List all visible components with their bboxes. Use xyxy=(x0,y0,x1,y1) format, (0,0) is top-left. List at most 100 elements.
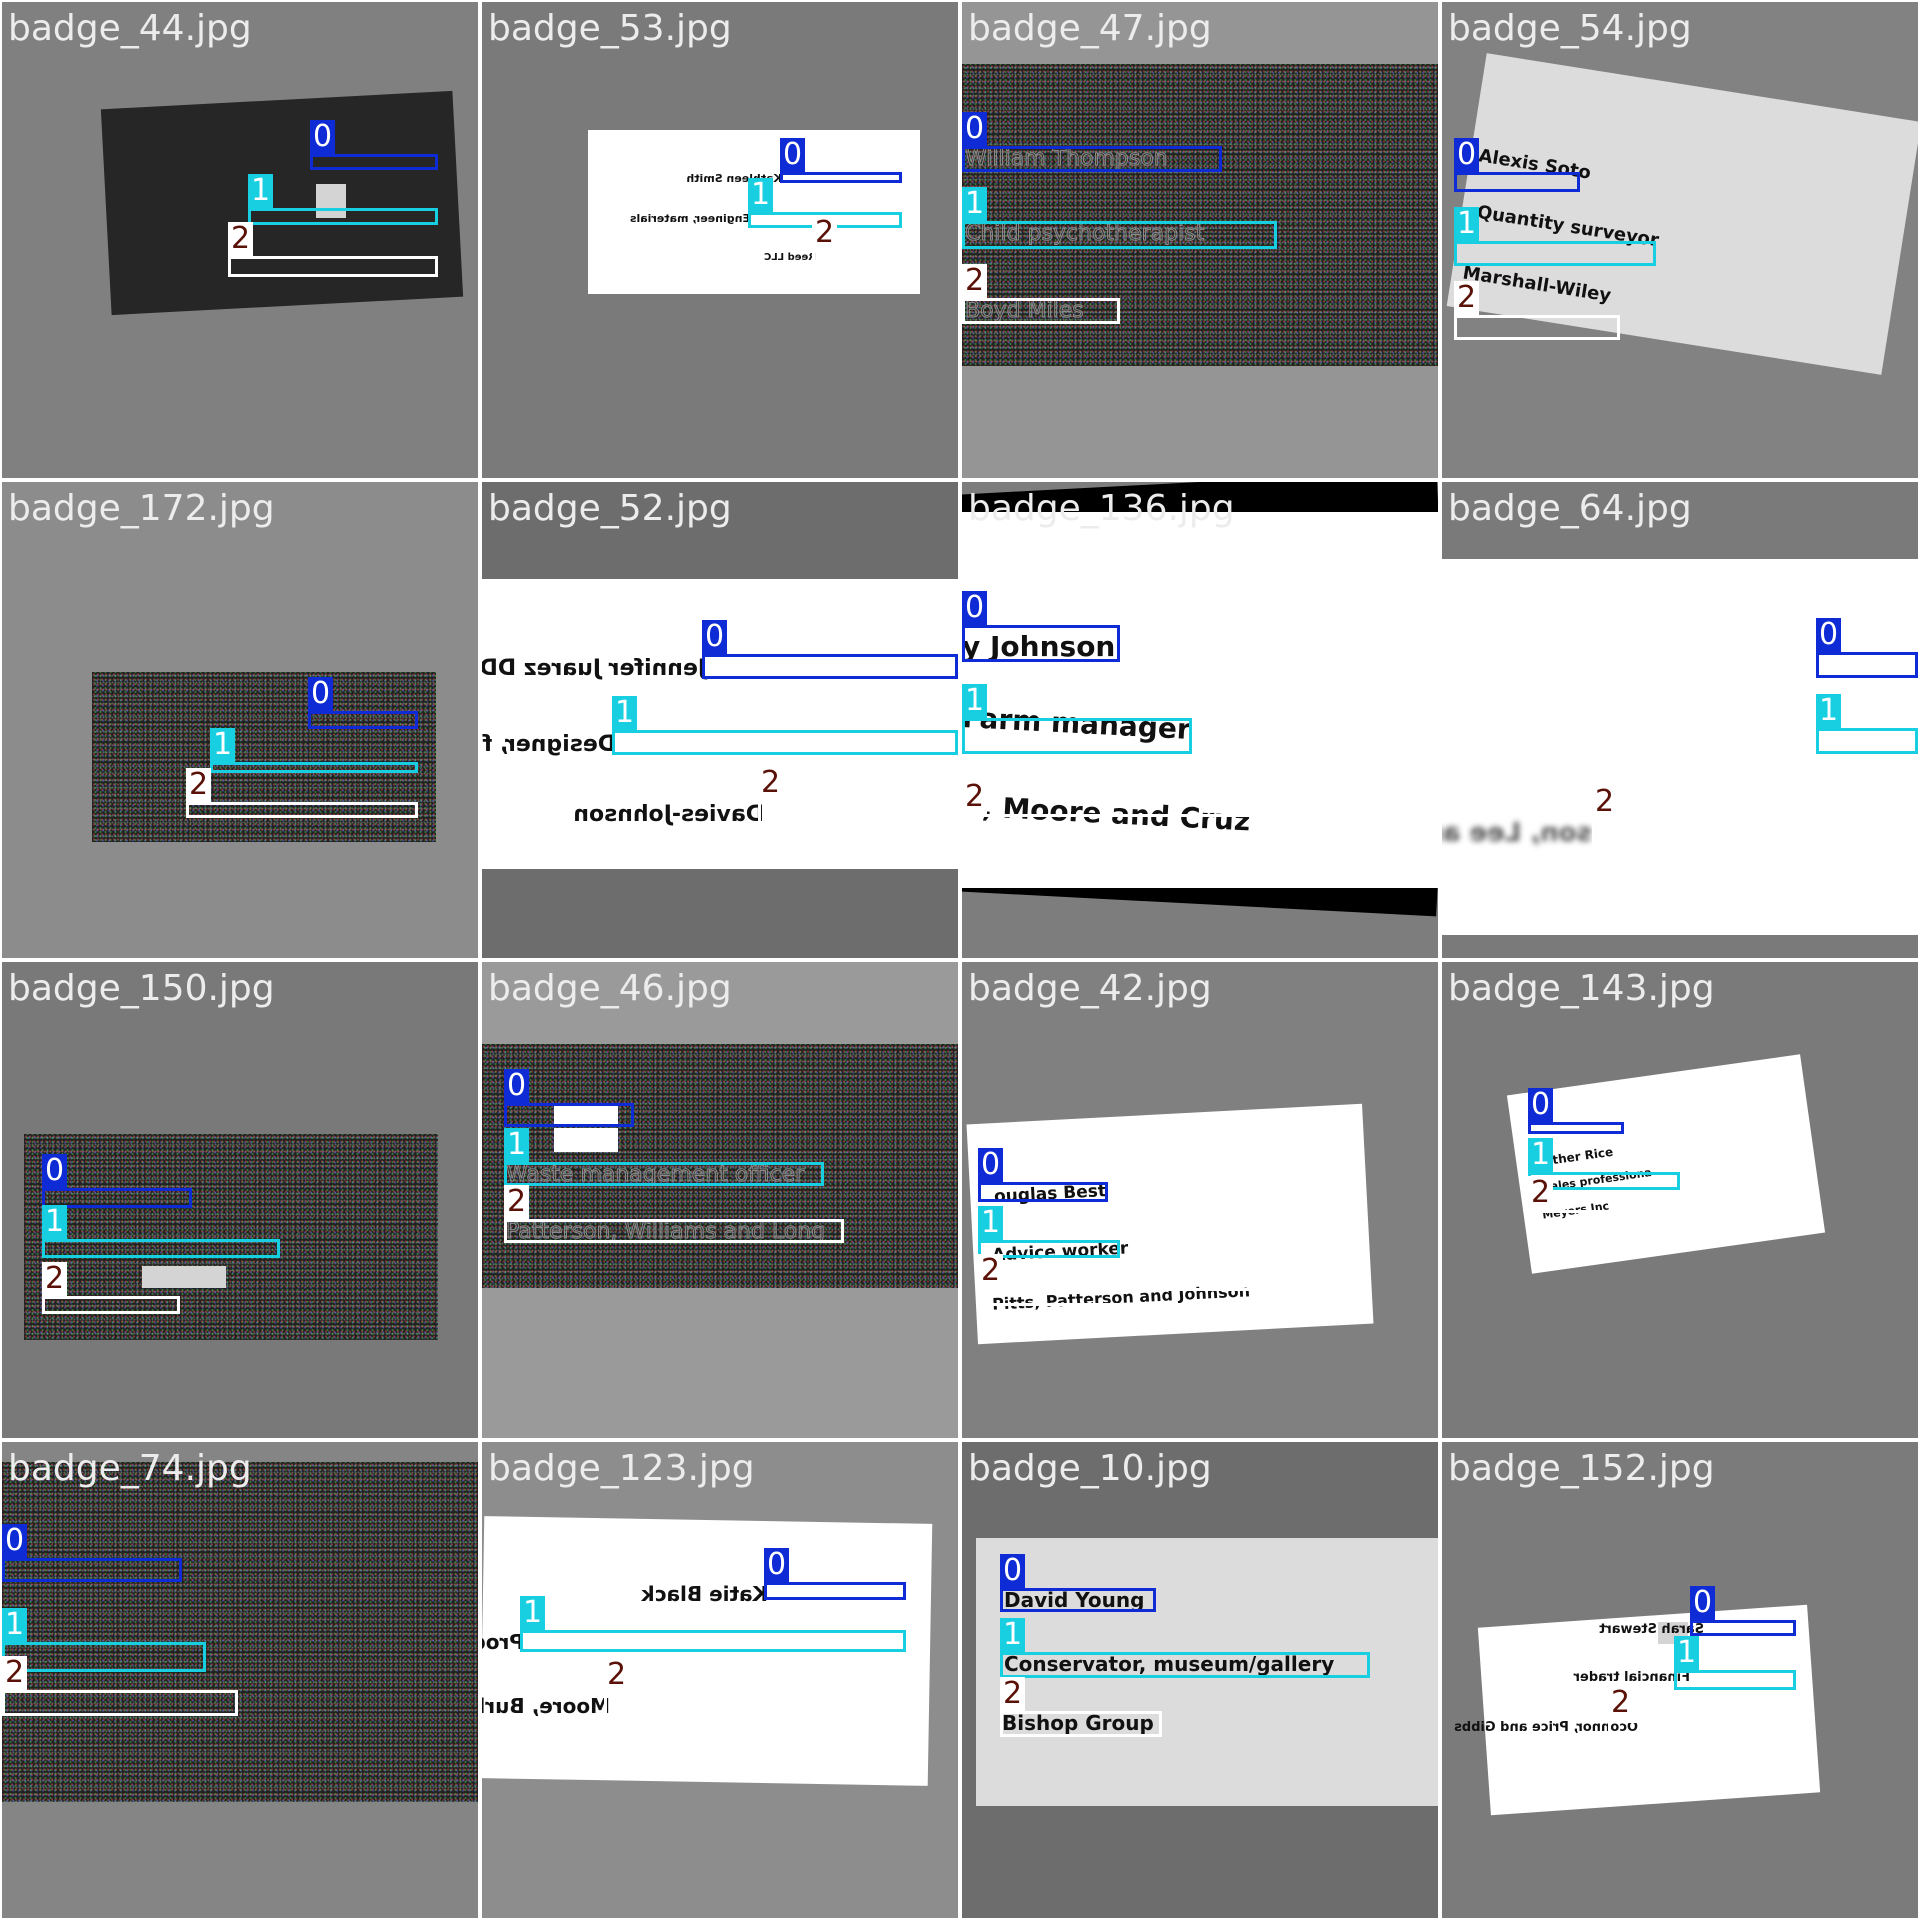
tile-filename: badge_123.jpg xyxy=(488,1448,755,1489)
class-label-2: 2 xyxy=(504,1185,530,1219)
bbox-class-2 xyxy=(812,250,902,266)
image-tile[interactable]: 0 1 2 badge_44.jpg xyxy=(2,2,478,478)
image-tile[interactable]: William Thompson Child psychotherapist Boy… xyxy=(962,2,1438,478)
bbox-class-2 xyxy=(504,1219,844,1243)
class-label-0: 0 xyxy=(702,620,728,654)
class-label-0: 0 xyxy=(504,1069,530,1103)
occlusion-patch xyxy=(142,1266,226,1288)
class-label-2: 2 xyxy=(1608,1686,1634,1720)
image-tile[interactable]: Jennifer Juarez DDS Designer, fashion/clo… xyxy=(482,482,958,958)
class-label-2: 2 xyxy=(812,216,838,250)
class-label-1: 1 xyxy=(2,1608,28,1642)
class-label-2: 2 xyxy=(604,1658,630,1692)
bbox-class-0 xyxy=(310,154,438,170)
bbox-class-1 xyxy=(1454,241,1656,266)
class-label-0: 0 xyxy=(1690,1586,1716,1620)
detection-grid: 0 1 2 badge_44.jpg Kathleen Smith Engineer, m… xyxy=(0,0,1920,1920)
bbox-class-1 xyxy=(1000,1652,1370,1678)
image-tile[interactable]: Sarah Stewart Financial trader Oconnor, Pr… xyxy=(1442,1442,1918,1918)
occlusion-patch xyxy=(554,1128,618,1152)
image-tile[interactable]: y Johnson Farm manager h, Moore and Cruz 0 1… xyxy=(962,482,1438,958)
class-label-1: 1 xyxy=(612,696,638,730)
bbox-class-0 xyxy=(308,711,418,729)
bbox-class-1 xyxy=(612,730,958,755)
badge-title-text: Designer, fashion/clothing xyxy=(482,732,616,757)
image-tile[interactable]: 0 1 2 badge_74.jpg xyxy=(2,1442,478,1918)
bbox-class-2 xyxy=(604,1692,906,1716)
bbox-class-2 xyxy=(962,298,1120,324)
tile-filename: badge_136.jpg xyxy=(968,488,1235,529)
bbox-class-1 xyxy=(1816,728,1918,754)
bbox-class-1 xyxy=(962,221,1277,249)
bbox-class-2 xyxy=(1000,1711,1162,1737)
bbox-class-1 xyxy=(248,208,438,225)
bbox-class-2 xyxy=(1608,1720,1796,1736)
bbox-class-0 xyxy=(504,1103,634,1127)
class-label-1: 1 xyxy=(978,1206,1004,1240)
class-label-1: 1 xyxy=(42,1205,68,1239)
image-tile[interactable]: 0 1 2 badge_150.jpg xyxy=(2,962,478,1438)
class-label-0: 0 xyxy=(308,677,334,711)
bbox-class-0 xyxy=(1816,652,1918,678)
bbox-class-2 xyxy=(228,256,438,277)
tile-filename: badge_42.jpg xyxy=(968,968,1212,1009)
image-tile[interactable]: eather Rice / sales professiona Meyers Inc… xyxy=(1442,962,1918,1438)
bbox-class-1 xyxy=(42,1239,280,1258)
class-label-0: 0 xyxy=(1000,1554,1026,1588)
class-label-1: 1 xyxy=(1816,694,1842,728)
image-tile[interactable]: David Young Conservator, museum/gallery Bi… xyxy=(962,1442,1438,1918)
bbox-class-2 xyxy=(1592,819,1918,848)
class-label-0: 0 xyxy=(962,591,988,625)
bbox-class-0 xyxy=(1454,172,1580,192)
image-tile[interactable]: 0 1 2 badge_172.jpg xyxy=(2,482,478,958)
bbox-class-2 xyxy=(962,814,1276,847)
badge-company-text: son, Lee and Lawson xyxy=(1442,818,1592,848)
tile-filename: badge_64.jpg xyxy=(1448,488,1692,529)
image-tile[interactable]: ouglas Best Advice worker Pitts, Patterson… xyxy=(962,962,1438,1438)
bbox-class-1 xyxy=(2,1642,206,1672)
class-label-0: 0 xyxy=(1528,1088,1554,1122)
class-label-0: 0 xyxy=(2,1524,28,1558)
bbox-class-2 xyxy=(42,1296,180,1314)
class-label-1: 1 xyxy=(210,728,236,762)
bbox-class-0 xyxy=(962,146,1222,172)
class-label-2: 2 xyxy=(2,1656,28,1690)
bbox-class-1 xyxy=(1674,1670,1796,1690)
class-label-1: 1 xyxy=(504,1128,530,1162)
tile-filename: badge_152.jpg xyxy=(1448,1448,1715,1489)
tile-filename: badge_44.jpg xyxy=(8,8,252,49)
image-tile[interactable]: son, Lee and Lawson 0 1 2 badge_64.jpg xyxy=(1442,482,1918,958)
badge-card xyxy=(100,90,464,316)
tile-filename: badge_52.jpg xyxy=(488,488,732,529)
bbox-class-2 xyxy=(2,1690,238,1716)
tile-filename: badge_53.jpg xyxy=(488,8,732,49)
image-tile[interactable]: Alexis Soto Quantity surveyor Marshall-Wil… xyxy=(1442,2,1918,478)
bbox-class-0 xyxy=(780,172,902,183)
class-label-1: 1 xyxy=(1528,1138,1554,1172)
class-label-0: 0 xyxy=(962,112,988,146)
bbox-class-2 xyxy=(978,1288,1256,1306)
tile-filename: badge_46.jpg xyxy=(488,968,732,1009)
tile-filename: badge_74.jpg xyxy=(8,1448,252,1489)
badge-title-text: Engineer, materials xyxy=(629,212,750,225)
class-label-1: 1 xyxy=(1000,1618,1026,1652)
class-label-1: 1 xyxy=(962,187,988,221)
badge-card xyxy=(2,1462,478,1802)
class-label-0: 0 xyxy=(978,1148,1004,1182)
class-label-0: 0 xyxy=(42,1154,68,1188)
class-label-0: 0 xyxy=(1816,618,1842,652)
bbox-class-0 xyxy=(1528,1122,1624,1134)
bbox-class-2 xyxy=(186,802,418,818)
class-label-0: 0 xyxy=(780,138,806,172)
image-tile[interactable]: Kathleen Smith Engineer, materials Reed LL… xyxy=(482,2,958,478)
class-label-1: 1 xyxy=(748,178,774,212)
tile-filename: badge_150.jpg xyxy=(8,968,275,1009)
badge-name-text: Katie Black xyxy=(641,1582,768,1606)
bbox-class-0 xyxy=(1690,1620,1796,1636)
class-label-0: 0 xyxy=(1454,138,1480,172)
image-tile[interactable]: Waste management officer Patterson, Willi… xyxy=(482,962,958,1438)
badge-company-text: Davies-Johnson xyxy=(573,802,764,827)
bbox-class-1 xyxy=(962,718,1192,754)
class-label-2: 2 xyxy=(1000,1677,1026,1711)
image-tile[interactable]: Katie Black Production assistant, televis… xyxy=(482,1442,958,1918)
